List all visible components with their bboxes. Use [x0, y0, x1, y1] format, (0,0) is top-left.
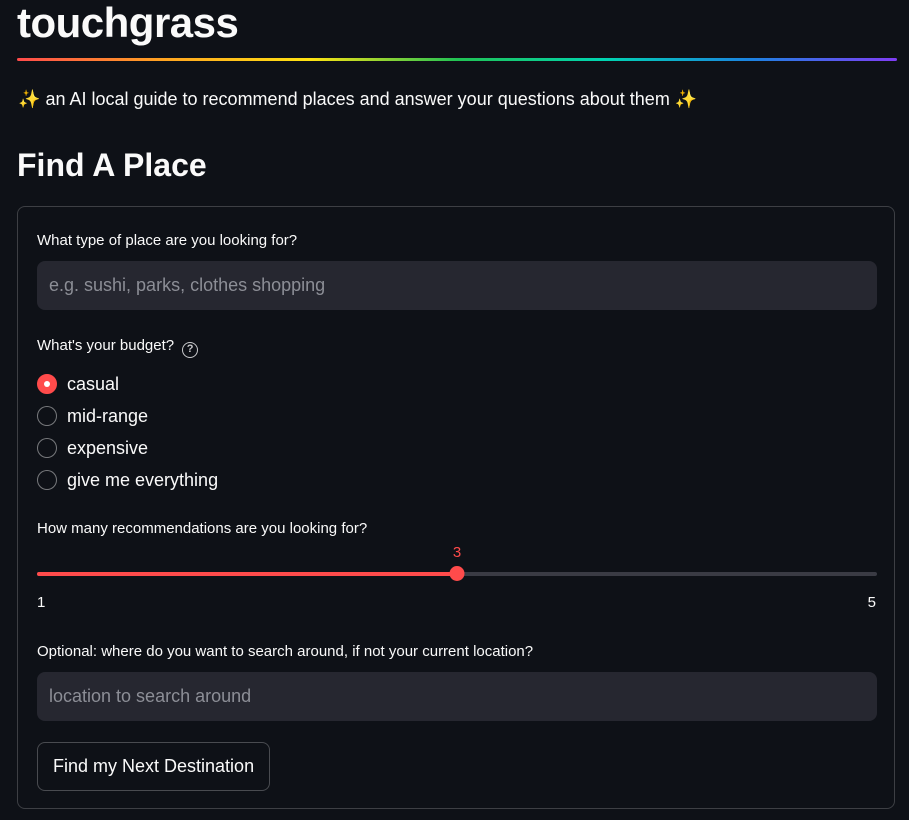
budget-option-give-me-everything[interactable]: give me everything	[37, 468, 218, 492]
sparkles-icon: ✨	[18, 89, 41, 109]
slider-min-label: 1	[37, 594, 46, 611]
radio-label: casual	[67, 374, 120, 394]
budget-option-casual[interactable]: casual	[37, 372, 119, 396]
section-title: Find A Place	[17, 147, 207, 183]
radio-button[interactable]	[37, 470, 57, 490]
place-type-label: What type of place are you looking for?	[37, 232, 298, 249]
radio-label: expensive	[67, 438, 149, 458]
budget-label-text: What's your budget?	[37, 337, 175, 354]
sparkles-icon: ✨	[674, 89, 698, 109]
recommendations-slider[interactable]	[37, 566, 877, 581]
slider-fill	[37, 572, 457, 576]
radio-button[interactable]	[37, 438, 57, 458]
location-input[interactable]	[37, 672, 877, 721]
app-page: touchgrass ✨ an AI local guide to recomm…	[0, 0, 909, 820]
find-place-form: What type of place are you looking for? …	[17, 206, 895, 809]
location-label: Optional: where do you want to search ar…	[37, 643, 534, 660]
subtitle-text: an AI local guide to recommend places an…	[45, 89, 670, 109]
app-subtitle: ✨ an AI local guide to recommend places …	[18, 87, 697, 111]
slider-thumb[interactable]	[449, 566, 465, 581]
radio-label: mid-range	[67, 406, 149, 426]
place-type-input[interactable]	[37, 261, 877, 310]
app-title: touchgrass	[17, 0, 239, 46]
radio-label: give me everything	[67, 470, 219, 490]
find-destination-button[interactable]: Find my Next Destination	[37, 742, 271, 791]
slider-max-label: 5	[867, 594, 876, 611]
budget-label: What's your budget??	[37, 336, 199, 358]
question-circle-icon[interactable]: ?	[182, 342, 199, 358]
radio-button[interactable]	[37, 406, 57, 426]
recommendations-label: How many recommendations are you looking…	[37, 520, 368, 537]
title-divider	[17, 58, 897, 61]
budget-option-expensive[interactable]: expensive	[37, 436, 148, 460]
budget-option-mid-range[interactable]: mid-range	[37, 404, 148, 428]
slider-value: 3	[452, 544, 462, 561]
radio-button-checked[interactable]	[37, 374, 57, 394]
